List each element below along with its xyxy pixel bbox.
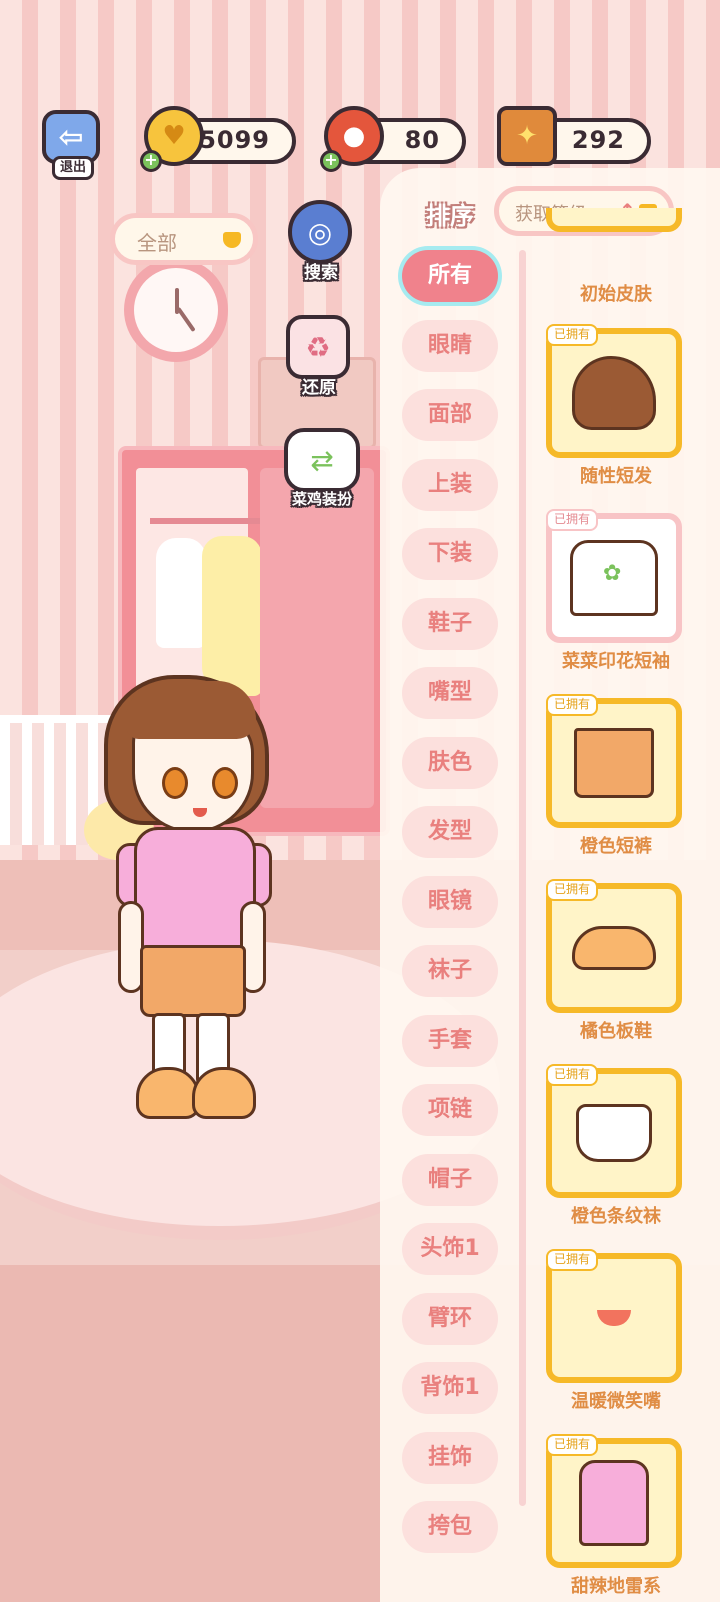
category-shoes[interactable]: 鞋子 bbox=[402, 598, 498, 650]
item-frame bbox=[546, 208, 682, 232]
item-card[interactable]: 已拥有 随性短发 bbox=[546, 324, 686, 488]
wardrobe-panel: 排序 获取等级 ↑ 所有 眼睛 面部 上装 下装 鞋子 嘴型 肤色 发型 眼镜 … bbox=[380, 168, 720, 1602]
item-frame: 已拥有 bbox=[546, 694, 682, 828]
add-cherry-icon[interactable]: + bbox=[320, 150, 342, 172]
category-hair[interactable]: 发型 bbox=[402, 806, 498, 858]
exit-label: 退出 bbox=[52, 156, 94, 180]
clothes-rail bbox=[150, 518, 262, 524]
shoes-icon bbox=[572, 926, 656, 970]
owned-badge: 已拥有 bbox=[546, 324, 599, 346]
wall-clock bbox=[124, 258, 228, 362]
cherry-counter[interactable]: ● + 80 bbox=[320, 106, 466, 172]
swap-outfit-icon: ⇄ bbox=[284, 428, 360, 492]
category-mouth[interactable]: 嘴型 bbox=[402, 667, 498, 719]
character-fringe bbox=[126, 681, 256, 739]
exit-button[interactable]: ⇦ 退出 bbox=[40, 110, 102, 180]
restore-label: 还原 bbox=[302, 378, 336, 398]
hanging-dress bbox=[202, 536, 262, 696]
item-card[interactable]: 已拥有 橘色板鞋 bbox=[546, 879, 686, 1043]
cherry-value: 80 bbox=[404, 126, 440, 154]
category-hat[interactable]: 帽子 bbox=[402, 1154, 498, 1206]
item-name: 随性短发 bbox=[580, 466, 652, 487]
item-card[interactable]: 已拥有 甜辣地雷系 bbox=[546, 1434, 686, 1598]
player-character bbox=[96, 675, 286, 1145]
clock-minute-hand bbox=[176, 306, 196, 333]
item-name: 菜菜印花短袖 bbox=[562, 651, 670, 672]
owned-badge: 已拥有 bbox=[546, 1434, 599, 1456]
filter-dropdown[interactable]: 全部 bbox=[110, 213, 258, 265]
search-button[interactable]: ◎ 搜索 bbox=[282, 200, 360, 283]
category-back-accessory[interactable]: 背饰1 bbox=[402, 1362, 498, 1414]
item-frame: 已拥有 bbox=[546, 1064, 682, 1198]
category-necklace[interactable]: 项链 bbox=[402, 1084, 498, 1136]
category-bottoms[interactable]: 下装 bbox=[402, 528, 498, 580]
item-frame: 已拥有 bbox=[546, 1434, 682, 1568]
wardrobe-inside bbox=[136, 468, 262, 698]
category-face[interactable]: 面部 bbox=[402, 389, 498, 441]
coin-counter[interactable]: ♥ + 5099 bbox=[140, 106, 296, 172]
owned-badge: 已拥有 bbox=[546, 1064, 599, 1086]
search-icon: ◎ bbox=[288, 200, 352, 264]
socks-icon bbox=[576, 1104, 652, 1162]
chicken-dressup-label: 菜鸡装扮 bbox=[291, 490, 352, 508]
chicken-dressup-button[interactable]: ⇄ 菜鸡装扮 bbox=[276, 428, 368, 510]
dress-icon bbox=[579, 1460, 649, 1546]
character-left-shoe bbox=[136, 1067, 200, 1119]
book-counter[interactable]: ✦ 292 bbox=[497, 106, 651, 166]
category-charm[interactable]: 挂饰 bbox=[402, 1432, 498, 1484]
shorts-icon bbox=[574, 728, 654, 798]
category-socks[interactable]: 袜子 bbox=[402, 945, 498, 997]
search-label: 搜索 bbox=[304, 263, 338, 283]
book-value: 292 bbox=[571, 126, 625, 154]
item-name: 橙色条纹袜 bbox=[571, 1206, 661, 1227]
character-right-eye bbox=[212, 767, 238, 799]
owned-badge: 已拥有 bbox=[546, 879, 599, 901]
owned-badge: 已拥有 bbox=[546, 694, 599, 716]
item-card[interactable]: 已拥有 菜菜印花短袖 bbox=[546, 509, 686, 673]
restore-button[interactable]: ♻ 还原 bbox=[280, 315, 358, 398]
sort-label: 排序 bbox=[426, 202, 474, 230]
item-name: 橘色板鞋 bbox=[580, 1021, 652, 1042]
owned-badge: 已拥有 bbox=[546, 509, 599, 531]
category-all[interactable]: 所有 bbox=[402, 250, 498, 302]
clock-face bbox=[134, 268, 218, 352]
item-card[interactable] bbox=[546, 208, 686, 268]
item-frame: 已拥有 bbox=[546, 879, 682, 1013]
add-coin-icon[interactable]: + bbox=[140, 150, 162, 172]
dropdown-arrow-icon bbox=[223, 232, 241, 248]
item-frame: 已拥有 bbox=[546, 509, 682, 643]
restore-icon: ♻ bbox=[286, 315, 350, 379]
coin-value: 5099 bbox=[199, 126, 270, 154]
category-tops[interactable]: 上装 bbox=[402, 459, 498, 511]
character-right-shoe bbox=[192, 1067, 256, 1119]
item-name: 初始皮肤 bbox=[580, 284, 652, 305]
category-glasses[interactable]: 眼镜 bbox=[402, 876, 498, 928]
item-card[interactable]: 已拥有 温暖微笑嘴 bbox=[546, 1249, 686, 1413]
item-card[interactable]: 已拥有 橙色短裤 bbox=[546, 694, 686, 858]
category-headwear[interactable]: 头饰1 bbox=[402, 1223, 498, 1275]
hanging-blouse bbox=[156, 538, 206, 648]
tshirt-icon bbox=[570, 540, 658, 616]
character-shorts bbox=[140, 945, 246, 1017]
mouth-icon bbox=[597, 1310, 631, 1326]
owned-badge: 已拥有 bbox=[546, 1249, 599, 1271]
item-frame: 已拥有 bbox=[546, 324, 682, 458]
category-armband[interactable]: 臂环 bbox=[402, 1293, 498, 1345]
item-name: 温暖微笑嘴 bbox=[571, 1391, 661, 1412]
book-icon: ✦ bbox=[497, 106, 557, 166]
category-eyes[interactable]: 眼睛 bbox=[402, 320, 498, 372]
item-card[interactable]: 已拥有 橙色条纹袜 bbox=[546, 1064, 686, 1228]
category-gloves[interactable]: 手套 bbox=[402, 1015, 498, 1067]
item-name: 橙色短裤 bbox=[580, 836, 652, 857]
character-left-eye bbox=[162, 767, 188, 799]
item-name: 甜辣地雷系 bbox=[571, 1576, 661, 1597]
category-skin[interactable]: 肤色 bbox=[402, 737, 498, 789]
hair-icon bbox=[572, 356, 656, 430]
item-frame: 已拥有 bbox=[546, 1249, 682, 1383]
filter-label: 全部 bbox=[137, 231, 177, 255]
category-scrollbar[interactable] bbox=[519, 250, 526, 1506]
category-bag[interactable]: 挎包 bbox=[402, 1501, 498, 1553]
